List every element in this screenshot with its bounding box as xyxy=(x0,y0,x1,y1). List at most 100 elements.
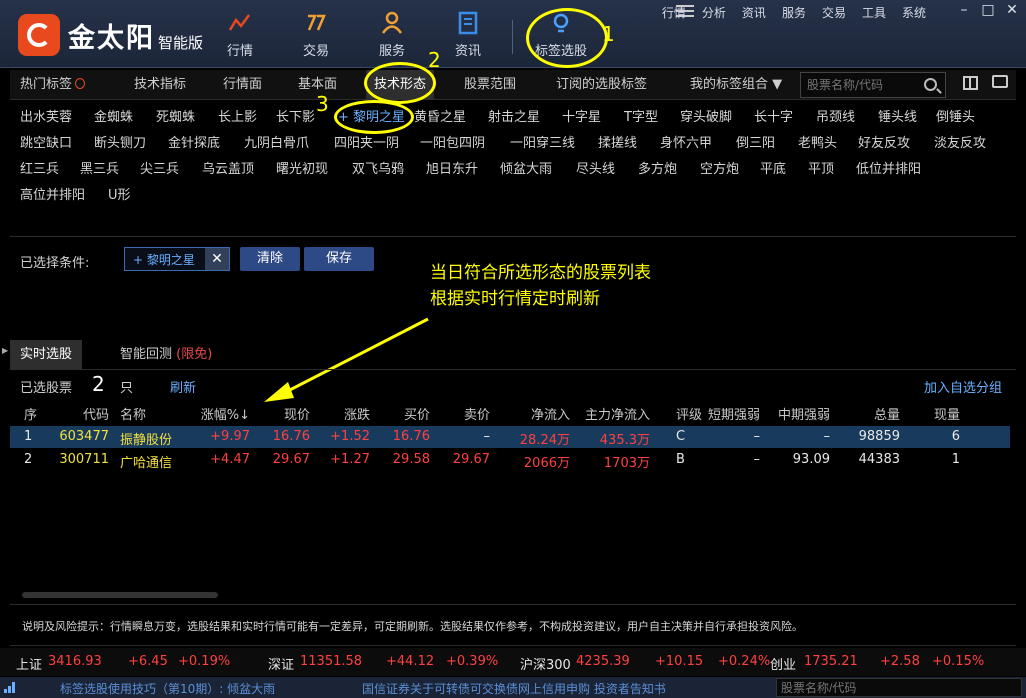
save-button[interactable]: 保存 xyxy=(304,247,374,271)
status-search-input[interactable] xyxy=(776,678,1022,697)
pattern-tag[interactable]: 一阳穿三线 xyxy=(510,132,575,151)
pattern-tag[interactable]: 空方炮 xyxy=(700,158,739,177)
pattern-tag[interactable]: 长十字 xyxy=(754,106,793,125)
pattern-tag[interactable]: 黑三兵 xyxy=(80,158,119,177)
nav-market[interactable]: 行情 xyxy=(210,10,270,59)
pattern-tag[interactable]: 倒锤头 xyxy=(936,106,975,125)
pattern-tag[interactable]: 多方炮 xyxy=(638,158,677,177)
chat-icon[interactable] xyxy=(992,75,1008,88)
pattern-tag[interactable]: 断头铡刀 xyxy=(94,132,146,151)
table-header-col-change-pct[interactable]: 涨幅%↓ xyxy=(201,404,250,423)
pattern-tag[interactable]: 揉搓线 xyxy=(598,132,637,151)
table-header-col-short-strength[interactable]: 短期强弱 xyxy=(708,404,760,423)
status-notice-link[interactable]: 国信证券关于可转债可交换债网上信用申购 投资者告知书 xyxy=(362,680,666,697)
pattern-tag[interactable]: 尽头线 xyxy=(576,158,615,177)
table-header-col-change[interactable]: 涨跌 xyxy=(344,404,370,423)
menu-item-analysis[interactable]: 分析 xyxy=(702,4,726,21)
pattern-tag[interactable]: 吊颈线 xyxy=(816,106,855,125)
pattern-tag[interactable]: 红三兵 xyxy=(20,158,59,177)
table-header-col-rating[interactable]: 评级 xyxy=(676,404,702,423)
table-header-col-code[interactable]: 代码 xyxy=(83,404,109,423)
pattern-tag[interactable]: 低位并排阳 xyxy=(856,158,921,177)
pattern-tag[interactable]: 一阳包四阴 xyxy=(420,132,485,151)
pattern-tag[interactable]: 淡友反攻 xyxy=(934,132,986,151)
selected-conditions-label: 已选择条件: xyxy=(20,256,90,271)
pattern-tag[interactable]: 跳空缺口 xyxy=(20,132,72,151)
pattern-tag[interactable]: 尖三兵 xyxy=(140,158,179,177)
pattern-tag[interactable]: 出水芙蓉 xyxy=(20,106,72,125)
tab-realtime-selection[interactable]: 实时选股 xyxy=(10,340,83,370)
horizontal-scrollbar[interactable] xyxy=(22,592,218,598)
result-summary-bar: 已选股票 2 只 刷新 加入自选分组 xyxy=(10,371,1016,399)
nav-trade[interactable]: 交易 xyxy=(286,10,346,59)
table-header-col-name[interactable]: 名称 xyxy=(120,404,146,423)
table-header-col-volume[interactable]: 总量 xyxy=(874,404,900,423)
clear-button[interactable]: 清除 xyxy=(240,247,300,271)
search-icon[interactable] xyxy=(924,78,937,91)
maximize-button[interactable]: □ xyxy=(980,2,996,18)
stock-search-input[interactable] xyxy=(801,73,913,97)
status-tip-link[interactable]: 标签选股使用技巧（第10期）: 倾盆大雨 xyxy=(60,680,275,697)
pattern-tag[interactable]: 身怀六甲 xyxy=(660,132,712,151)
menu-item-market[interactable]: 行情 xyxy=(662,4,686,21)
tab-subscribed-tags[interactable]: 订阅的选股标签 xyxy=(556,70,647,100)
table-header-col-bid[interactable]: 买价 xyxy=(404,404,430,423)
tab-technical-indicators[interactable]: 技术指标 xyxy=(134,70,186,100)
pattern-tag[interactable]: 旭日东升 xyxy=(426,158,478,177)
pattern-tag[interactable]: 金蜘蛛 xyxy=(94,106,133,125)
table-header-col-ask[interactable]: 卖价 xyxy=(464,404,490,423)
pattern-tag[interactable]: T字型 xyxy=(624,106,658,125)
index-change: +6.45 xyxy=(128,654,168,669)
nav-news[interactable]: 资讯 xyxy=(438,10,498,59)
pattern-tag[interactable]: 十字星 xyxy=(562,106,601,125)
menu-item-system[interactable]: 系统 xyxy=(902,4,926,21)
pattern-tag[interactable]: 长上影 xyxy=(218,106,257,125)
tab-market-aspect[interactable]: 行情面 xyxy=(223,70,262,100)
pattern-tag[interactable]: 曙光初现 xyxy=(276,158,328,177)
pattern-tag[interactable]: 平底 xyxy=(760,158,786,177)
pattern-tag[interactable]: 死蜘蛛 xyxy=(156,106,195,125)
collapse-handle[interactable]: ▶ xyxy=(2,346,8,360)
table-header-col-main-net-inflow[interactable]: 主力净流入 xyxy=(585,404,650,423)
pattern-tag[interactable]: 双飞乌鸦 xyxy=(352,158,404,177)
pattern-tag[interactable]: U形 xyxy=(108,184,131,203)
pattern-tag[interactable]: 老鸭头 xyxy=(798,132,837,151)
pattern-tag[interactable]: 乌云盖顶 xyxy=(202,158,254,177)
tab-hot-label: 热门标签 xyxy=(20,77,73,92)
add-to-watchlist-link[interactable]: 加入自选分组 xyxy=(924,377,1002,396)
menu-item-trade[interactable]: 交易 xyxy=(822,4,846,21)
tab-stock-scope[interactable]: 股票范围 xyxy=(464,70,516,100)
table-header-col-net-inflow[interactable]: 净流入 xyxy=(531,404,570,423)
pattern-tag[interactable]: 高位并排阳 xyxy=(20,184,85,203)
pattern-tag[interactable]: 射击之星 xyxy=(488,106,540,125)
pattern-tag[interactable]: 倾盆大雨 xyxy=(500,158,552,177)
table-header-col-mid-strength[interactable]: 中期强弱 xyxy=(778,404,830,423)
tab-my-tag-combos[interactable]: 我的标签组合 ▼ xyxy=(690,70,782,100)
menu-item-service[interactable]: 服务 xyxy=(782,4,806,21)
table-row[interactable]: 2 300711 广哈通信 +4.47 29.67 +1.27 29.58 29.67 2066… xyxy=(10,449,1010,471)
pattern-tag[interactable]: 黄昏之星 xyxy=(414,106,466,125)
pattern-tag[interactable]: 好友反攻 xyxy=(858,132,910,151)
pattern-tag[interactable]: 金针探底 xyxy=(168,132,220,151)
minimize-button[interactable]: – xyxy=(956,2,972,18)
pattern-tag[interactable]: 穿头破脚 xyxy=(680,106,732,125)
layout-icon[interactable] xyxy=(963,76,978,90)
table-row[interactable]: 1 603477 振静股份 +9.97 16.76 +1.52 16.76 – 28.24万 43… xyxy=(10,426,1010,448)
pattern-tag[interactable]: 锤头线 xyxy=(878,106,917,125)
pattern-tag[interactable]: 四阳夹一阴 xyxy=(334,132,399,151)
refresh-link[interactable]: 刷新 xyxy=(170,377,196,396)
tab-hot[interactable]: 热门标签 xyxy=(20,70,86,100)
pattern-tag[interactable]: 平顶 xyxy=(808,158,834,177)
nav-service[interactable]: 服务 xyxy=(362,10,422,59)
table-header-col-index[interactable]: 序 xyxy=(24,404,37,423)
table-header-col-last-volume[interactable]: 现量 xyxy=(934,404,960,423)
menu-item-news[interactable]: 资讯 xyxy=(742,4,766,21)
remove-condition-button[interactable]: ✕ xyxy=(205,248,229,270)
pattern-tag[interactable]: 倒三阳 xyxy=(736,132,775,151)
tab-smart-backtest[interactable]: 智能回测 (限免) xyxy=(120,340,212,370)
pattern-tag[interactable]: 九阴白骨爪 xyxy=(244,132,309,151)
menu-item-tools[interactable]: 工具 xyxy=(862,4,886,21)
pattern-tag[interactable]: 长下影 xyxy=(276,106,315,125)
close-button[interactable]: ✕ xyxy=(1004,2,1020,18)
table-header-col-price[interactable]: 现价 xyxy=(284,404,310,423)
